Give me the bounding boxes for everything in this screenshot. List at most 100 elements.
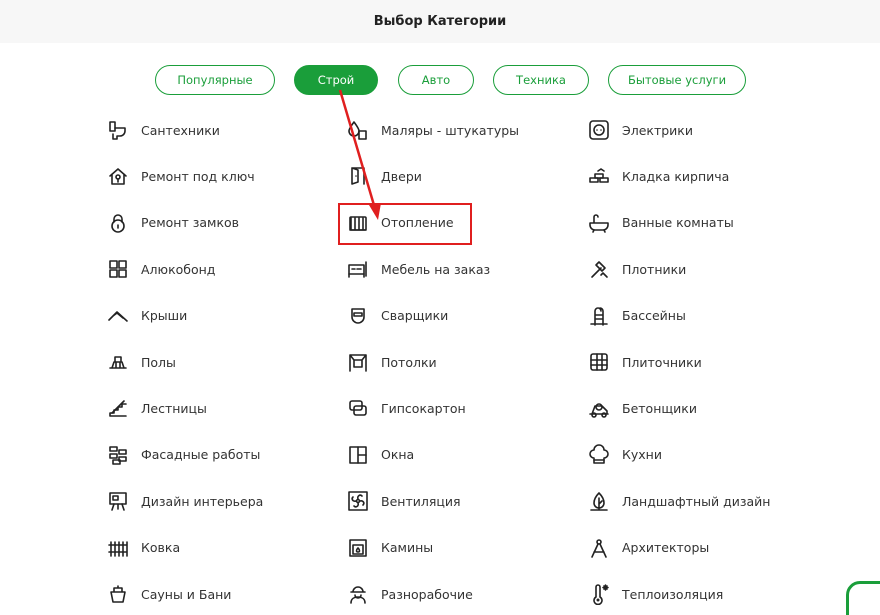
drywall-sheets-icon xyxy=(347,397,369,419)
category-item-label: Отопление xyxy=(381,215,454,231)
category-item[interactable]: Фасадные работы xyxy=(107,437,337,473)
bed-icon xyxy=(347,258,369,280)
tab-popular[interactable]: Популярные xyxy=(155,65,275,95)
radiator-icon xyxy=(347,212,369,234)
category-item-label: Электрики xyxy=(622,122,693,138)
tab-label: Техника xyxy=(516,73,566,87)
compass-icon xyxy=(588,537,610,559)
worker-icon xyxy=(347,583,369,605)
padlock-icon xyxy=(107,212,129,234)
toilet-icon xyxy=(107,119,129,141)
fence-icon xyxy=(107,537,129,559)
category-item-label: Плиточники xyxy=(622,354,702,370)
category-item-label: Вентиляция xyxy=(381,493,461,509)
category-item-label: Окна xyxy=(381,447,415,463)
category-item[interactable]: Мебель на заказ xyxy=(347,251,577,287)
category-item[interactable]: Ремонт замков xyxy=(107,205,337,241)
category-item[interactable]: Теплоизоляция xyxy=(588,576,818,612)
category-item-label: Потолки xyxy=(381,354,437,370)
tab-label: Популярные xyxy=(177,73,253,87)
category-item[interactable]: Кухни xyxy=(588,437,818,473)
category-item[interactable]: Двери xyxy=(347,158,577,194)
tab-label: Авто xyxy=(421,73,451,87)
corner-badge[interactable] xyxy=(846,581,880,615)
category-item-label: Мебель на заказ xyxy=(381,261,491,277)
bathtub-icon xyxy=(588,212,610,234)
category-item-label: Сварщики xyxy=(381,308,449,324)
category-item-label: Сауны и Бани xyxy=(141,586,232,602)
category-item-label: Камины xyxy=(381,540,434,556)
category-item-label: Полы xyxy=(141,354,176,370)
category-item[interactable]: Плиточники xyxy=(588,344,818,380)
floor-icon xyxy=(107,351,129,373)
category-item[interactable]: Камины xyxy=(347,530,577,566)
category-item[interactable]: Бетонщики xyxy=(588,390,818,426)
house-key-icon xyxy=(107,165,129,187)
category-item-label: Теплоизоляция xyxy=(622,586,724,602)
category-item-label: Двери xyxy=(381,168,422,184)
category-item[interactable]: Электрики xyxy=(588,112,818,148)
tab-construction[interactable]: Строй xyxy=(294,65,378,95)
tiles-icon xyxy=(588,351,610,373)
category-item-label: Бетонщики xyxy=(622,400,697,416)
tree-icon xyxy=(588,490,610,512)
category-item-label: Маляры - штукатуры xyxy=(381,122,520,138)
category-item[interactable]: Бассейны xyxy=(588,298,818,334)
category-item[interactable]: Дизайн интерьера xyxy=(107,483,337,519)
welding-mask-icon xyxy=(347,305,369,327)
category-item[interactable]: Сварщики xyxy=(347,298,577,334)
tab-label: Бытовые услуги xyxy=(627,73,727,87)
category-item[interactable]: Сауны и Бани xyxy=(107,576,337,612)
hammer-icon xyxy=(588,258,610,280)
category-item[interactable]: Ковка xyxy=(107,530,337,566)
chef-hat-icon xyxy=(588,444,610,466)
tab-household-services[interactable]: Бытовые услуги xyxy=(608,65,746,95)
page-header: Выбор Категории xyxy=(0,0,880,43)
category-item[interactable]: Алюкобонд xyxy=(107,251,337,287)
thermometer-icon xyxy=(588,583,610,605)
category-item[interactable]: Потолки xyxy=(347,344,577,380)
category-item[interactable]: Ремонт под ключ xyxy=(107,158,337,194)
category-item[interactable]: Сантехники xyxy=(107,112,337,148)
category-item[interactable]: Гипсокартон xyxy=(347,390,577,426)
category-item[interactable]: Окна xyxy=(347,437,577,473)
category-item[interactable]: Полы xyxy=(107,344,337,380)
roof-icon xyxy=(107,305,129,327)
category-item-label: Дизайн интерьера xyxy=(141,493,264,509)
door-icon xyxy=(347,165,369,187)
category-tabs: Популярные Строй Авто Техника Бытовые ус… xyxy=(0,65,880,95)
category-item-label: Фасадные работы xyxy=(141,447,261,463)
window-icon xyxy=(347,444,369,466)
category-item-label: Ремонт замков xyxy=(141,215,240,231)
facade-bricks-icon xyxy=(107,444,129,466)
paint-drop-icon xyxy=(347,119,369,141)
ceiling-icon xyxy=(347,351,369,373)
category-item[interactable]: Разнорабочие xyxy=(347,576,577,612)
category-item[interactable]: Отопление xyxy=(347,205,577,241)
stairs-icon xyxy=(107,397,129,419)
page-title: Выбор Категории xyxy=(373,14,507,29)
category-item-label: Кладка кирпича xyxy=(622,168,730,184)
panels-grid-icon xyxy=(107,258,129,280)
category-item[interactable]: Крыши xyxy=(107,298,337,334)
category-item-label: Алюкобонд xyxy=(141,261,216,277)
category-item-label: Сантехники xyxy=(141,122,220,138)
category-item[interactable]: Кладка кирпича xyxy=(588,158,818,194)
category-item[interactable]: Архитекторы xyxy=(588,530,818,566)
category-item-label: Ландшафтный дизайн xyxy=(622,493,771,509)
category-item-label: Плотники xyxy=(622,261,687,277)
fireplace-icon xyxy=(347,537,369,559)
category-item-label: Кухни xyxy=(622,447,662,463)
category-item[interactable]: Ванные комнаты xyxy=(588,205,818,241)
category-item[interactable]: Ландшафтный дизайн xyxy=(588,483,818,519)
category-item-label: Архитекторы xyxy=(622,540,710,556)
tab-auto[interactable]: Авто xyxy=(398,65,474,95)
category-item[interactable]: Лестницы xyxy=(107,390,337,426)
category-item[interactable]: Маляры - штукатуры xyxy=(347,112,577,148)
category-item[interactable]: Плотники xyxy=(588,251,818,287)
category-item[interactable]: Вентиляция xyxy=(347,483,577,519)
tab-technics[interactable]: Техника xyxy=(493,65,589,95)
fan-icon xyxy=(347,490,369,512)
easel-icon xyxy=(107,490,129,512)
sauna-bucket-icon xyxy=(107,583,129,605)
